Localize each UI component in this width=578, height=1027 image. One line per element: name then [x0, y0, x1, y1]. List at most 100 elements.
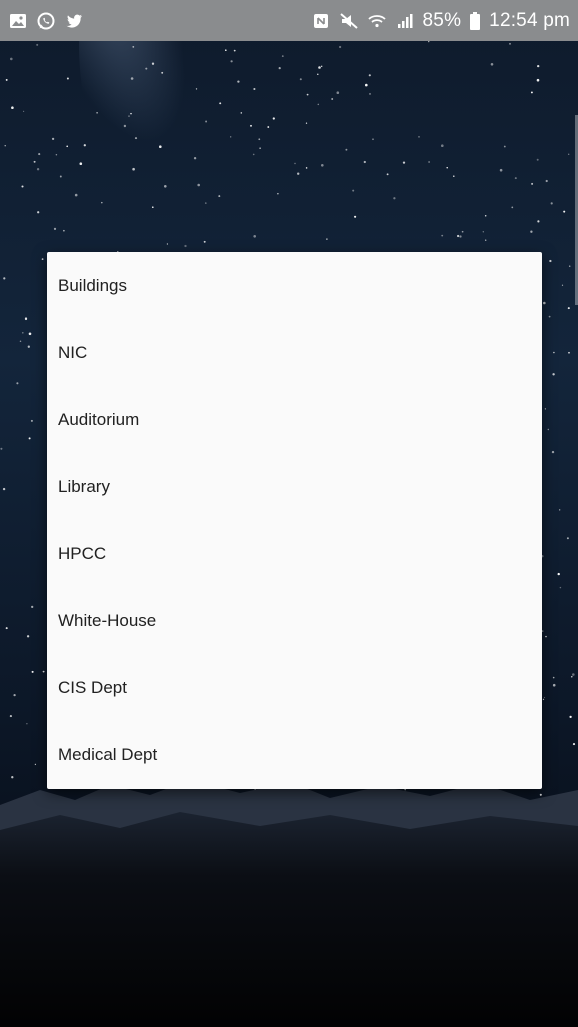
star	[317, 73, 319, 76]
list-item-label: HPCC	[58, 543, 107, 563]
star	[531, 182, 534, 185]
star	[567, 307, 570, 310]
star	[166, 243, 168, 245]
star	[571, 676, 573, 678]
star	[55, 153, 58, 156]
star	[31, 670, 34, 673]
star	[386, 173, 389, 176]
star	[101, 201, 103, 204]
star	[530, 91, 533, 94]
star	[537, 220, 540, 223]
star	[33, 160, 36, 163]
list-item-white-house[interactable]: White-House	[47, 587, 542, 654]
star	[547, 428, 549, 431]
star	[511, 206, 514, 209]
star	[132, 46, 135, 48]
star	[240, 112, 243, 114]
star	[193, 157, 197, 160]
star	[418, 136, 420, 138]
star	[539, 793, 542, 796]
star	[281, 55, 284, 57]
star	[563, 210, 566, 213]
star	[568, 153, 570, 155]
star	[205, 120, 208, 123]
signal-icon	[395, 11, 415, 31]
star	[453, 175, 455, 177]
star	[26, 723, 28, 725]
star	[402, 161, 406, 164]
star	[203, 240, 206, 243]
star	[321, 164, 324, 167]
star	[336, 91, 340, 94]
whatsapp-icon	[36, 11, 56, 31]
star	[338, 45, 342, 49]
star	[259, 147, 261, 149]
list-item-buildings[interactable]: Buildings	[47, 252, 542, 319]
star	[297, 172, 300, 175]
gallery-icon	[8, 11, 28, 31]
star	[572, 743, 576, 746]
star	[543, 696, 546, 699]
star	[66, 145, 68, 148]
star	[499, 168, 503, 172]
star	[13, 693, 16, 697]
star	[559, 586, 562, 589]
star	[21, 331, 24, 334]
star	[568, 351, 570, 354]
star	[130, 77, 134, 80]
star	[545, 635, 547, 638]
star	[459, 235, 462, 238]
nfc-icon	[311, 11, 331, 31]
star	[230, 136, 232, 138]
status-bar: 85% 12:54 pm	[0, 0, 578, 41]
star	[159, 145, 162, 148]
star	[197, 183, 200, 187]
star	[485, 239, 487, 241]
star	[42, 670, 45, 673]
list-item-nic[interactable]: NIC	[47, 319, 542, 386]
star	[514, 177, 517, 180]
list-item-label: NIC	[58, 342, 88, 362]
star	[267, 126, 270, 128]
list-item-library[interactable]: Library	[47, 453, 542, 520]
twitter-icon	[64, 11, 84, 31]
star	[252, 153, 255, 156]
star	[41, 258, 44, 260]
star	[164, 185, 167, 188]
star	[66, 77, 69, 80]
star	[484, 214, 487, 217]
star	[461, 230, 464, 233]
list-item-auditorium[interactable]: Auditorium	[47, 386, 542, 453]
star	[352, 189, 355, 192]
notification-icons	[8, 11, 84, 31]
star	[551, 450, 555, 454]
star	[549, 259, 552, 263]
star	[26, 635, 30, 638]
star	[151, 206, 154, 209]
list-item-cis-dept[interactable]: CIS Dept	[47, 654, 542, 721]
star	[27, 345, 30, 348]
list-item-label: Buildings	[58, 275, 127, 295]
star	[306, 93, 309, 96]
screen: 85% 12:54 pm Buildings NIC Auditorium Li…	[0, 0, 578, 1027]
list-item-hpcc[interactable]: HPCC	[47, 520, 542, 587]
list-item-label: Library	[58, 476, 110, 496]
star	[552, 676, 555, 679]
star	[19, 340, 22, 343]
star	[2, 487, 6, 491]
star	[3, 277, 6, 280]
star	[195, 88, 198, 90]
star	[151, 62, 155, 65]
list-item-label: Auditorium	[58, 409, 140, 429]
star	[482, 231, 484, 233]
star	[317, 103, 320, 106]
list-item-medical-dept[interactable]: Medical Dept	[47, 721, 542, 788]
star	[572, 673, 575, 676]
star	[557, 572, 560, 576]
star	[250, 124, 252, 127]
star	[38, 153, 41, 156]
star	[233, 49, 236, 52]
star	[326, 238, 328, 240]
star	[536, 78, 540, 82]
star	[428, 161, 430, 163]
